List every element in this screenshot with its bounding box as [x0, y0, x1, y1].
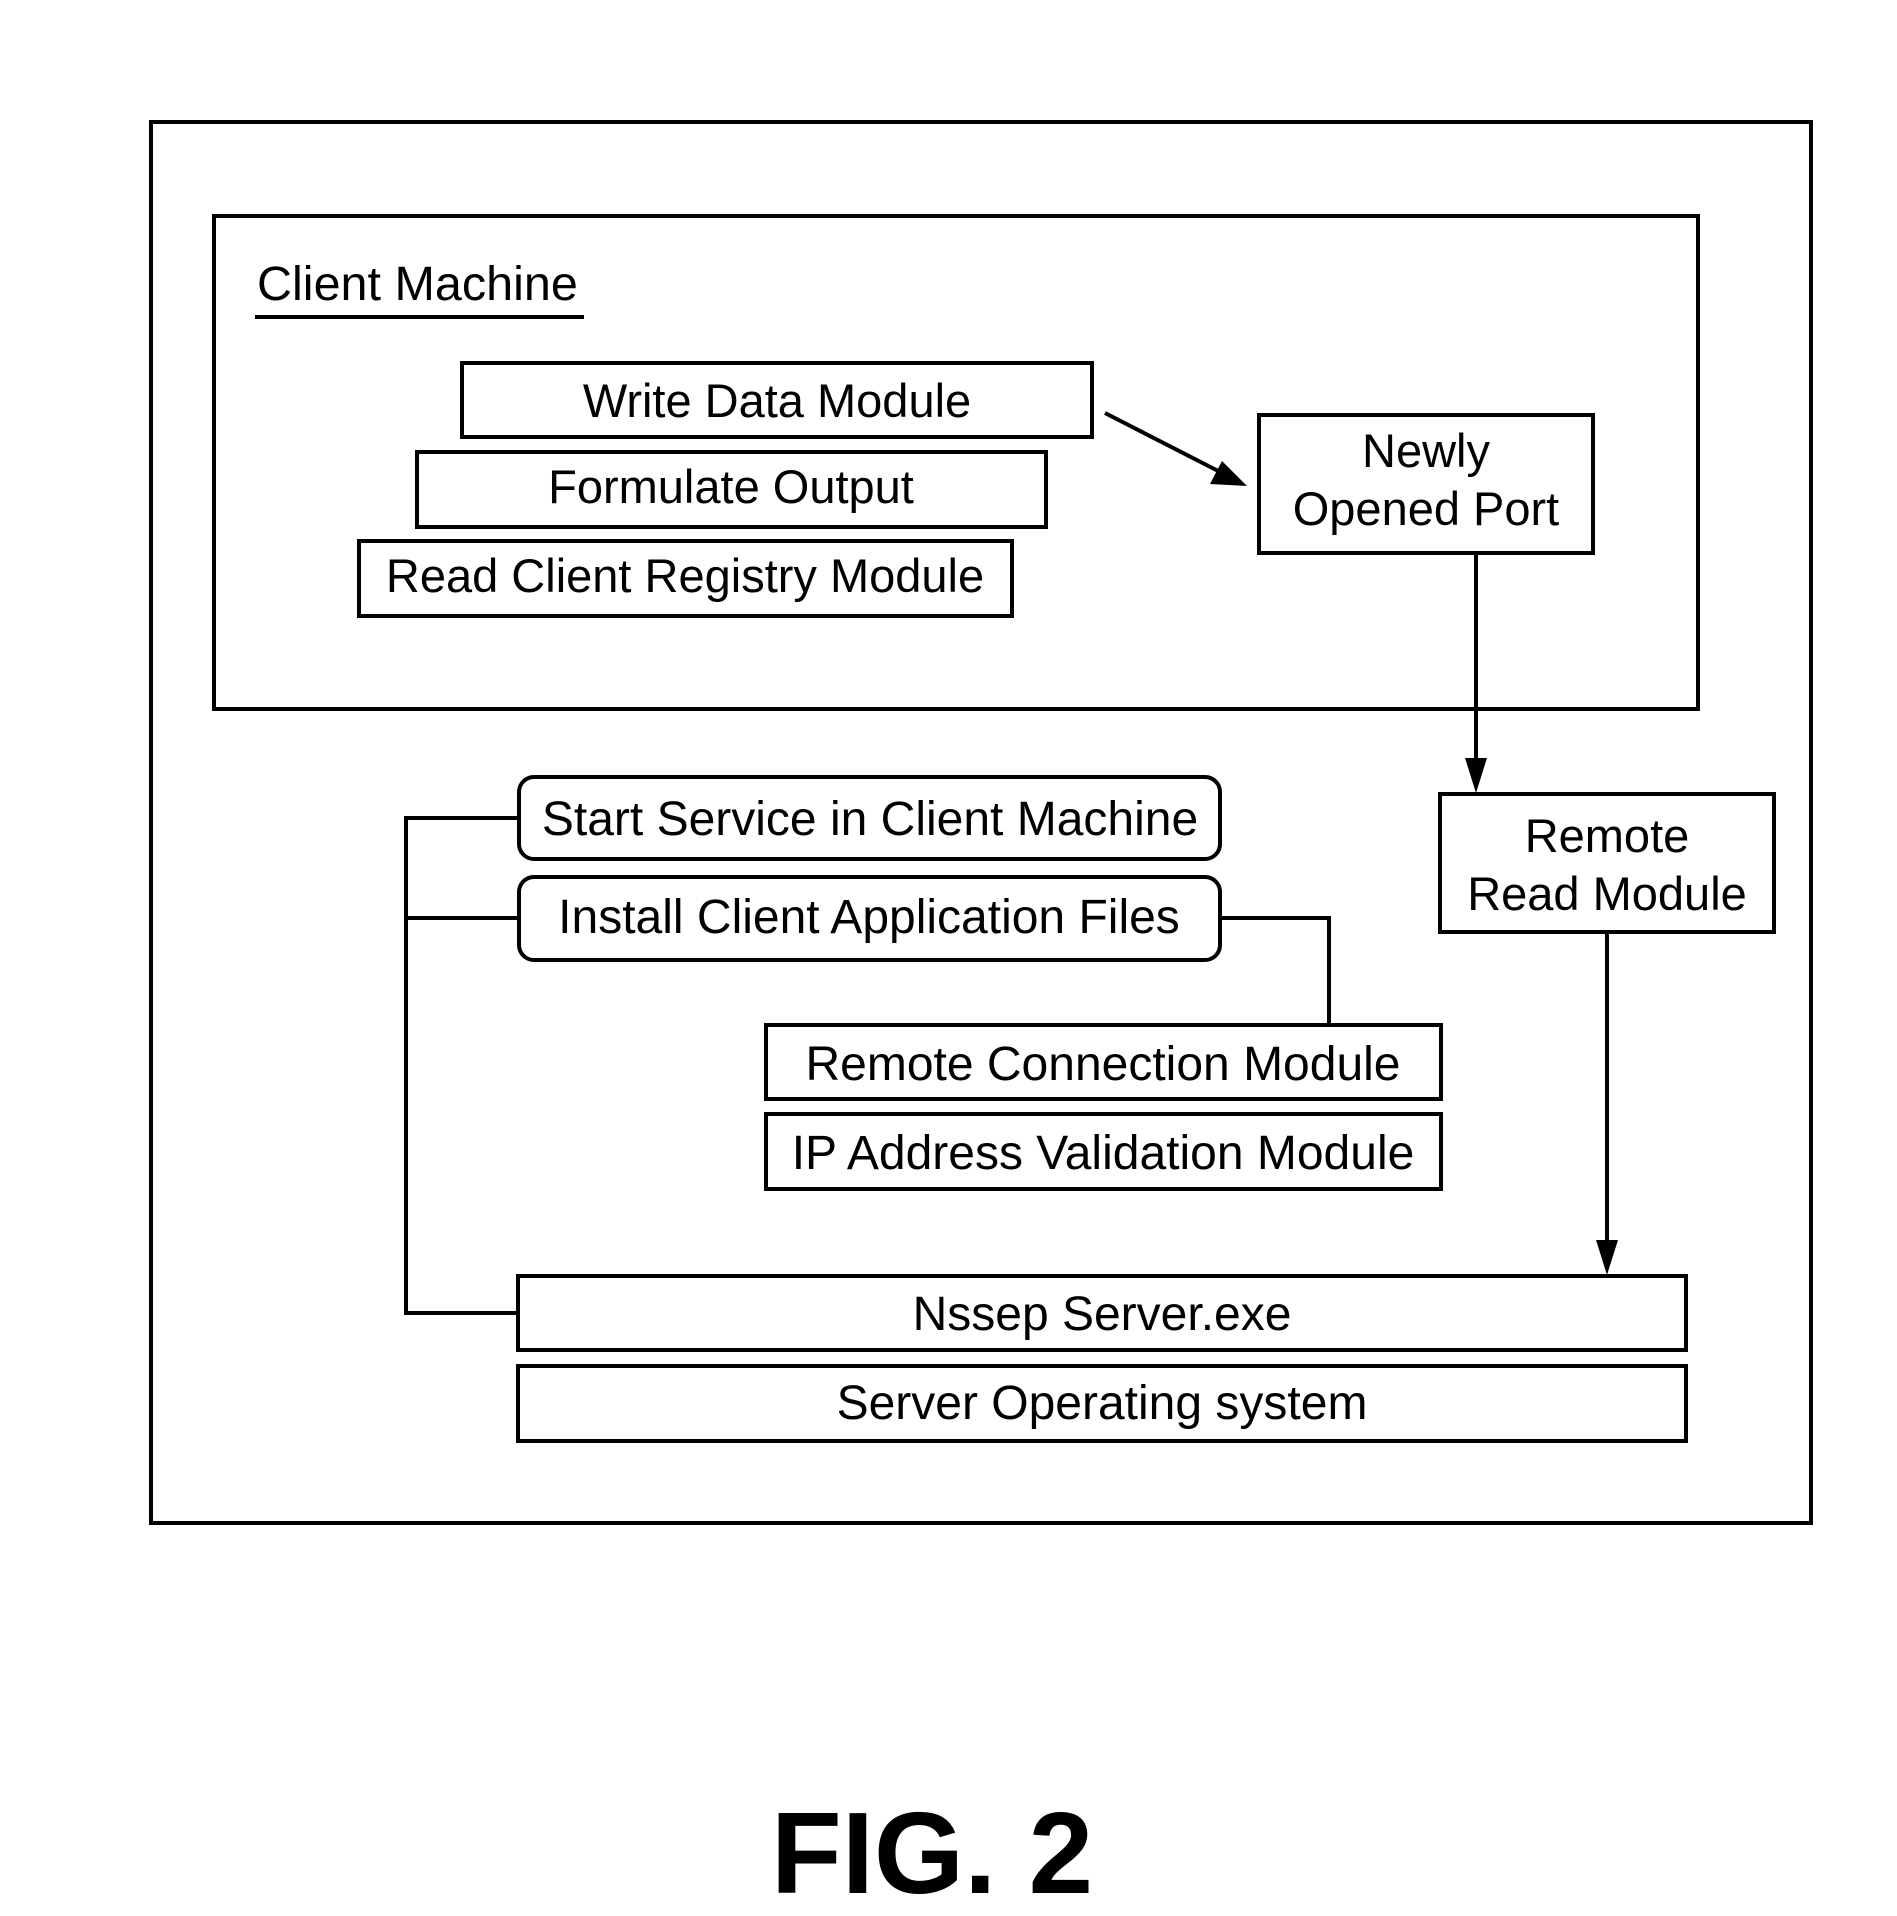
server-os-label: Server Operating system — [837, 1377, 1368, 1430]
formulate-output-module: Formulate Output — [415, 450, 1048, 529]
read-client-registry-label: Read Client Registry Module — [386, 549, 984, 602]
patent-diagram: Client Machine Write Data Module Formula… — [149, 120, 1813, 1916]
newly-opened-port: Newly Opened Port — [1257, 413, 1595, 555]
ip-validation-label: IP Address Validation Module — [792, 1127, 1415, 1180]
client-machine-title: Client Machine — [257, 257, 578, 311]
remote-read-line1: Remote — [1525, 809, 1690, 862]
nssep-server-module: Nssep Server.exe — [516, 1274, 1688, 1352]
remote-read-module: Remote Read Module — [1438, 792, 1776, 934]
server-os-layer: Server Operating system — [516, 1364, 1688, 1443]
formulate-output-label: Formulate Output — [548, 460, 914, 513]
write-data-module: Write Data Module — [460, 361, 1094, 439]
start-service-action: Start Service in Client Machine — [517, 775, 1222, 861]
nssep-server-label: Nssep Server.exe — [913, 1288, 1292, 1341]
remote-connection-module: Remote Connection Module — [764, 1023, 1443, 1101]
install-files-action: Install Client Application Files — [517, 875, 1222, 962]
newly-opened-port-line2: Opened Port — [1293, 482, 1560, 535]
start-service-label: Start Service in Client Machine — [542, 793, 1198, 846]
write-data-module-label: Write Data Module — [583, 374, 971, 427]
install-files-label: Install Client Application Files — [558, 891, 1180, 944]
ip-validation-module: IP Address Validation Module — [764, 1112, 1443, 1191]
remote-read-line2: Read Module — [1467, 867, 1747, 920]
figure-label: FIG. 2 — [771, 1788, 1093, 1916]
remote-connection-label: Remote Connection Module — [805, 1038, 1400, 1091]
newly-opened-port-line1: Newly — [1362, 424, 1490, 477]
read-client-registry-module: Read Client Registry Module — [357, 539, 1014, 618]
